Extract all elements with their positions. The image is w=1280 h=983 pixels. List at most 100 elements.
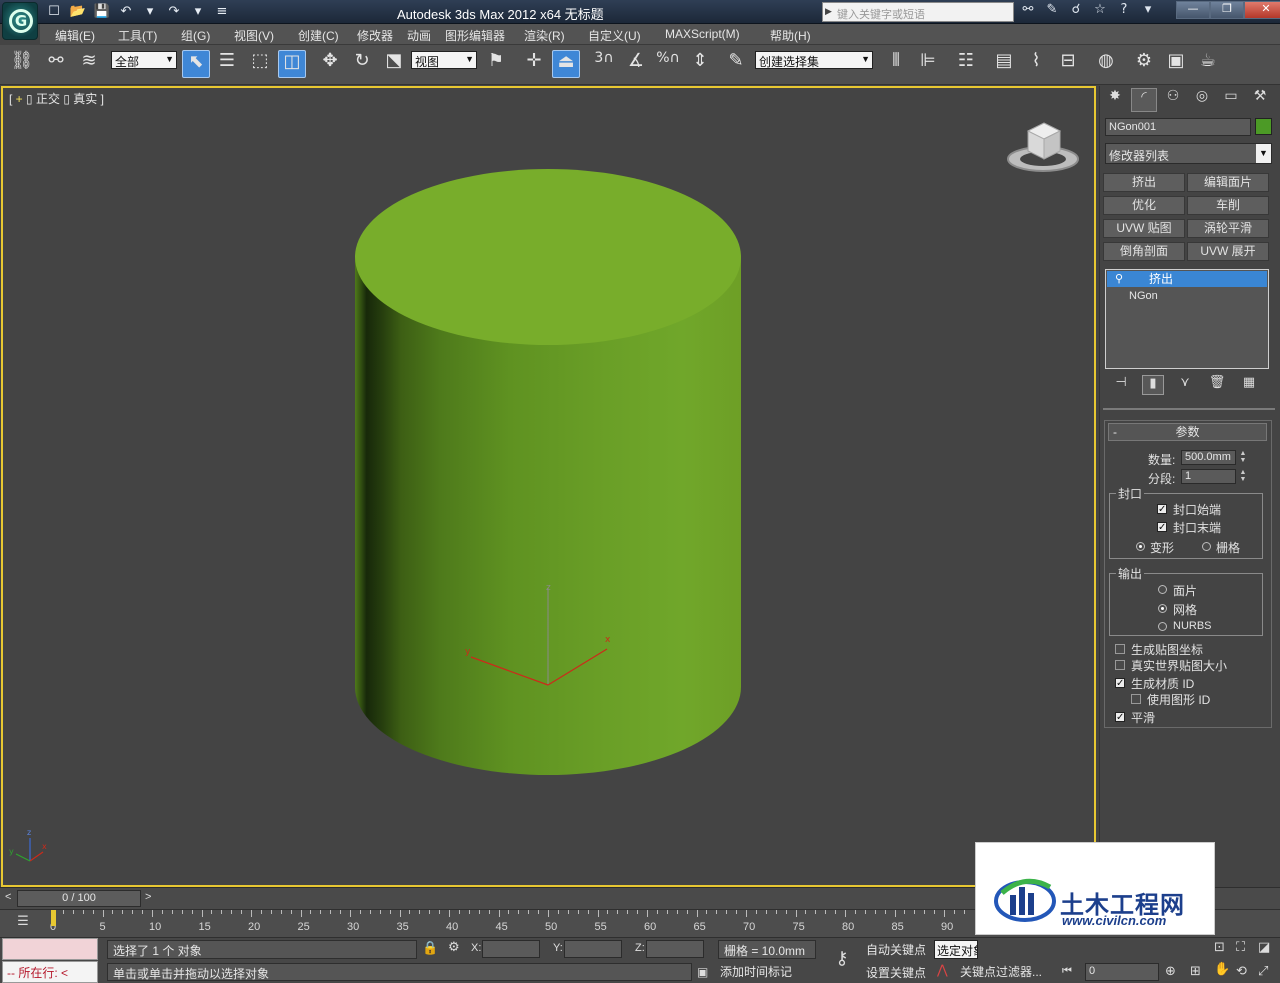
bevel-profile-modifier-button[interactable]: 倒角剖面 — [1103, 242, 1185, 261]
parameters-rollout-header[interactable]: - 参数 — [1108, 423, 1267, 441]
current-frame-field[interactable]: 0 — [1085, 963, 1159, 981]
key-selection-dropdown[interactable]: 选定对象 — [934, 940, 978, 959]
redo-icon[interactable]: ↷ — [164, 3, 184, 21]
generate-material-ids-checkbox[interactable]: ✓ — [1115, 678, 1125, 689]
scale-icon[interactable]: ⬔ — [380, 50, 408, 78]
graphite-tools-icon[interactable]: ▤ — [990, 50, 1018, 78]
object-color-swatch[interactable] — [1255, 118, 1272, 135]
help-dropdown-icon[interactable]: ▾ — [1138, 2, 1158, 22]
segments-spinner-arrows[interactable]: ▲ ▼ — [1238, 469, 1248, 484]
selection-filter-dropdown[interactable]: 全部 — [111, 51, 177, 69]
menu-create[interactable]: 创建(C) — [298, 27, 339, 44]
undo-icon[interactable]: ↶ — [116, 3, 136, 21]
menu-maxscript[interactable]: MAXScript(M) — [665, 27, 740, 41]
set-key-button[interactable]: 设置关键点 — [866, 964, 926, 981]
maximize-button[interactable]: ❐ — [1210, 1, 1244, 19]
save-file-icon[interactable]: 💾 — [92, 3, 112, 21]
segments-spinner[interactable]: 1 — [1181, 469, 1236, 484]
help-icon[interactable]: ? — [1114, 2, 1134, 22]
utilities-tab-icon[interactable]: ⚒ — [1247, 88, 1273, 112]
z-coordinate-field[interactable] — [646, 940, 704, 958]
zoom-region-icon[interactable]: ⊞ — [1190, 964, 1201, 979]
turbosmooth-modifier-button[interactable]: 涡轮平滑 — [1187, 219, 1269, 238]
link-icon[interactable]: ⛓ — [8, 50, 36, 78]
search-input[interactable]: 键入关键字或短语 — [822, 2, 1014, 22]
perspective-viewport[interactable]: [ + ▯ 正交 ▯ 真实 ] z x y z x y — [1, 86, 1096, 887]
zoom-all-icon[interactable]: ⊡ — [1214, 940, 1225, 955]
stack-item-extrude[interactable]: 挤出 — [1107, 271, 1267, 287]
customize-quick-access-icon[interactable]: ≡ — [212, 3, 232, 21]
optimize-modifier-button[interactable]: 优化 — [1103, 196, 1185, 215]
unlink-icon[interactable]: ⚯ — [42, 50, 70, 78]
edit-named-selection-icon[interactable]: ✎ — [722, 50, 750, 78]
edit-patch-modifier-button[interactable]: 编辑面片 — [1187, 173, 1269, 192]
current-frame-marker[interactable] — [51, 910, 56, 926]
smooth-checkbox[interactable]: ✓ — [1115, 712, 1125, 723]
menu-graph-editors[interactable]: 图形编辑器 — [445, 27, 505, 44]
display-tab-icon[interactable]: ▭ — [1218, 88, 1244, 112]
mesh-radio[interactable] — [1158, 604, 1167, 613]
use-shape-ids-checkbox[interactable] — [1131, 694, 1141, 704]
zoom-extents-icon[interactable]: ⛶ — [1236, 940, 1245, 955]
pivot-center-icon[interactable]: ⚑ — [482, 50, 510, 78]
communication-icon[interactable]: ☌ — [1066, 2, 1086, 22]
cap-start-checkbox[interactable]: ✓ — [1157, 504, 1167, 515]
real-world-map-size-checkbox[interactable] — [1115, 660, 1125, 670]
rendered-frame-window-icon[interactable]: ▣ — [1162, 50, 1190, 78]
menu-animation[interactable]: 动画 — [407, 27, 431, 44]
keyboard-shortcut-override-icon[interactable]: ⏏ — [552, 50, 580, 78]
viewcube[interactable] — [1006, 119, 1080, 179]
select-object-icon[interactable]: ⬉ — [182, 50, 210, 78]
selection-lock-icon[interactable]: 🔒 — [422, 941, 438, 956]
manipulate-icon[interactable]: ✛ — [520, 50, 548, 78]
show-end-result-icon[interactable]: ▮ — [1142, 375, 1164, 395]
minimize-button[interactable]: — — [1176, 1, 1210, 19]
key-filters-button[interactable]: 关键点过滤器... — [960, 963, 1042, 980]
grid-radio[interactable] — [1202, 542, 1211, 551]
hierarchy-tab-icon[interactable]: ⚇ — [1160, 88, 1186, 112]
auto-key-button[interactable]: 自动关键点 — [866, 941, 926, 958]
align-icon[interactable]: ⊫ — [914, 50, 942, 78]
time-config-icon[interactable]: ⏮ — [1062, 964, 1072, 978]
snaps-toggle-icon[interactable]: 3∩ — [590, 50, 618, 78]
pan-view-icon[interactable]: ✋ — [1214, 962, 1230, 977]
schematic-view-icon[interactable]: ⊟ — [1054, 50, 1082, 78]
add-time-tag-button[interactable]: 添加时间标记 — [720, 963, 792, 980]
menu-tools[interactable]: 工具(T) — [118, 27, 157, 44]
make-unique-icon[interactable]: ⋎ — [1174, 375, 1196, 395]
absolute-mode-icon[interactable]: ⚙ — [448, 940, 460, 955]
stack-item-ngon[interactable]: NGon — [1107, 288, 1267, 304]
time-slider[interactable]: 0 / 100 — [17, 890, 141, 907]
menu-edit[interactable]: 编辑(E) — [55, 27, 95, 44]
configure-modifier-sets-icon[interactable]: ▦ — [1238, 375, 1260, 395]
field-of-view-icon[interactable]: ◪ — [1258, 940, 1270, 955]
bind-spacewarp-icon[interactable]: ≋ — [75, 50, 103, 78]
close-button[interactable]: ✕ — [1244, 1, 1280, 19]
menu-rendering[interactable]: 渲染(R) — [524, 27, 565, 44]
angle-snap-icon[interactable]: ∡ — [622, 50, 650, 78]
render-teapot-icon[interactable]: ☕ — [1194, 50, 1222, 78]
application-button[interactable]: G — [2, 2, 38, 40]
x-coordinate-field[interactable] — [482, 940, 540, 958]
open-mini-curve-editor-icon[interactable]: ☰ — [12, 914, 34, 932]
move-icon[interactable]: ✥ — [316, 50, 344, 78]
spinner-snap-icon[interactable]: ⇕ — [686, 50, 714, 78]
new-file-icon[interactable]: ☐ — [44, 3, 64, 21]
time-tag-icon[interactable]: ▣ — [697, 965, 708, 979]
motion-tab-icon[interactable]: ◎ — [1189, 88, 1215, 112]
maxscript-listener-mini[interactable] — [2, 938, 98, 960]
morph-radio[interactable] — [1136, 542, 1145, 551]
zoom-extents-all-icon[interactable]: ⊕ — [1165, 964, 1176, 979]
object-name-field[interactable]: NGon001 — [1105, 118, 1251, 136]
orbit-icon[interactable]: ⟲ — [1236, 964, 1247, 979]
time-slider-prev-icon[interactable]: < — [5, 891, 11, 903]
curve-editor-icon[interactable]: ⌇ — [1022, 50, 1050, 78]
render-setup-icon[interactable]: ⚙ — [1130, 50, 1158, 78]
maxscript-prompt-line[interactable]: -- 所在行: < — [2, 961, 98, 983]
modify-tab-icon[interactable]: ◜ — [1131, 88, 1157, 112]
rectangular-selection-icon[interactable]: ⬚ — [246, 50, 274, 78]
binoculars-icon[interactable]: ⚯ — [1018, 2, 1038, 22]
patch-radio[interactable] — [1158, 585, 1167, 594]
mirror-icon[interactable]: ⫴ — [882, 50, 910, 78]
remove-modifier-icon[interactable]: 🗑 — [1206, 375, 1228, 395]
